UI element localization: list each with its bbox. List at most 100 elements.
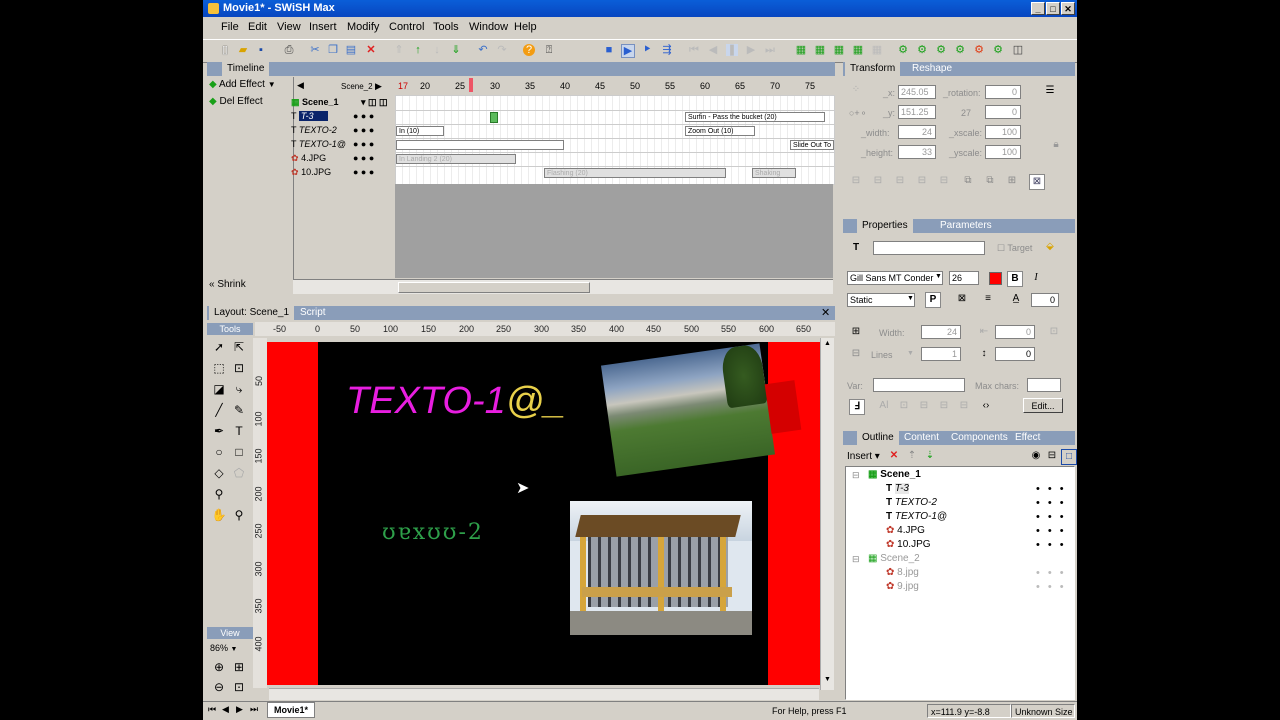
pencil-tool-icon[interactable]: ✎ xyxy=(230,401,248,419)
menu-view[interactable]: View xyxy=(277,21,301,33)
stage-image-10jpg[interactable] xyxy=(570,501,752,635)
outline-down-icon[interactable]: ⇣ xyxy=(923,449,937,463)
align-middle-icon[interactable]: ⊟ xyxy=(937,174,951,188)
size-select[interactable]: 26 xyxy=(949,271,979,285)
minimize-button[interactable]: _ xyxy=(1031,2,1045,15)
delete-icon[interactable]: ✕ xyxy=(365,44,377,56)
menu-modify[interactable]: Modify xyxy=(347,21,379,33)
insert-group-icon[interactable]: ▦ xyxy=(833,44,845,56)
tree-scene-2[interactable]: ▦ Scene_2 xyxy=(868,553,920,564)
next-frame-icon[interactable]: ▶ xyxy=(745,44,757,56)
visibility-dots[interactable]: ••• xyxy=(1036,483,1072,495)
maximize-button[interactable]: □ xyxy=(1046,2,1060,15)
timeline-scrollbar[interactable] xyxy=(293,279,833,294)
lines-field[interactable]: 1 xyxy=(921,347,961,361)
code-icon[interactable]: ‹› xyxy=(979,399,993,413)
copy-icon[interactable]: ❐ xyxy=(327,44,339,56)
convert-icon[interactable]: ⚙ xyxy=(916,44,928,56)
paste-icon[interactable]: ▤ xyxy=(345,44,357,56)
rectangle-tool-icon[interactable]: □ xyxy=(230,443,248,461)
font-dropdown-icon[interactable]: ▼ xyxy=(935,273,942,280)
layout-close-icon[interactable]: ✕ xyxy=(821,306,830,320)
tab-layout[interactable]: Layout: Scene_1 xyxy=(209,306,295,320)
insert-dropdown[interactable]: Insert ▾ xyxy=(847,451,880,462)
ellipse-tool-icon[interactable]: ○ xyxy=(210,443,228,461)
menu-file[interactable]: File xyxy=(221,21,239,33)
save-icon[interactable]: ▪ xyxy=(255,44,267,56)
wrap-icon[interactable]: ⊡ xyxy=(1047,325,1061,339)
tab-script[interactable]: Script xyxy=(295,306,331,320)
tree-item-9jpg[interactable]: ✿ 9.jpg xyxy=(886,581,919,592)
align-top-icon[interactable]: ⊟ xyxy=(915,174,929,188)
zoom-tool-icon[interactable]: ⚲ xyxy=(230,506,248,524)
zoom-in-icon[interactable]: ⊕ xyxy=(210,658,228,676)
width-field[interactable]: 24 xyxy=(921,325,961,339)
bring-front-icon[interactable]: ⇑ xyxy=(393,44,405,56)
subselect-tool-icon[interactable]: ⇱ xyxy=(230,338,248,356)
grid-icon[interactable]: ⊞ xyxy=(1005,174,1019,188)
anchor-icon[interactable]: ⁘ xyxy=(849,83,863,97)
pause-icon[interactable]: ❚ xyxy=(726,44,738,56)
tab-components[interactable]: Components xyxy=(946,431,1013,445)
visibility-dots[interactable]: ••• xyxy=(1036,539,1072,551)
tab-reshape[interactable]: Reshape xyxy=(907,62,957,76)
yscale-field[interactable]: 100 xyxy=(985,145,1021,159)
tab-timeline[interactable]: Timeline xyxy=(222,62,270,76)
outline-lock-icon[interactable]: ⊟ xyxy=(1045,449,1059,463)
insert-disabled-icon[interactable]: ▦ xyxy=(871,44,883,56)
stage-image-4jpg[interactable] xyxy=(600,343,776,477)
insert-scene-icon[interactable]: ▦ xyxy=(795,44,807,56)
first-frame-icon[interactable]: ⏮ xyxy=(688,44,700,56)
tab-properties[interactable]: Properties xyxy=(857,219,913,233)
stage-canvas[interactable]: TEXTO-1@_ ʊɐxʊʊ-2 xyxy=(267,342,820,685)
send-backward-icon[interactable]: ↓ xyxy=(431,44,443,56)
size-icon[interactable]: ⧉ xyxy=(983,174,997,188)
close-button[interactable]: ✕ xyxy=(1061,2,1075,15)
grouping-icon[interactable]: ⚙ xyxy=(897,44,909,56)
password-icon[interactable]: ⊟ xyxy=(917,399,931,413)
align-left-icon[interactable]: ⊟ xyxy=(849,174,863,188)
play-effect-icon[interactable]: ⇶ xyxy=(661,44,673,56)
line-tool-icon[interactable]: ╱ xyxy=(210,401,228,419)
target-checkbox[interactable]: ☐ Target xyxy=(997,243,1032,254)
motion-icon[interactable]: ⚙ xyxy=(973,44,985,56)
multiline-icon[interactable]: ⊟ xyxy=(937,399,951,413)
outline-eye-icon[interactable]: ◉ xyxy=(1029,449,1043,463)
name-field[interactable] xyxy=(873,241,985,255)
edit-button[interactable]: Edit... xyxy=(1023,398,1063,413)
border-icon[interactable]: ⊡ xyxy=(897,399,911,413)
stage-text-texto2[interactable]: ʊɐxʊʊ-2 xyxy=(382,520,484,545)
transform-tool-icon[interactable]: ⬚ xyxy=(210,359,228,377)
tree-item-8jpg[interactable]: ✿ 8.jpg xyxy=(886,567,919,578)
timeline-prev-icon[interactable]: ◀ xyxy=(297,80,304,91)
menu-edit[interactable]: Edit xyxy=(248,21,267,33)
selectable-icon[interactable]: Aǀ xyxy=(877,399,891,413)
play-scene-icon[interactable]: ⯈ xyxy=(641,44,653,56)
render-icon[interactable]: ⊟ xyxy=(957,399,971,413)
layout-vscrollbar[interactable]: ▲ ▼ xyxy=(820,338,834,690)
tree-item-4jpg[interactable]: ✿ 4.JPG xyxy=(886,525,925,536)
timeline-frames[interactable]: Surfin - Pass the bucket (20) In (10) Zo… xyxy=(395,95,835,185)
skew-field[interactable]: 0 xyxy=(985,105,1021,119)
bring-forward-icon[interactable]: ↑ xyxy=(412,44,424,56)
outline-up-icon[interactable]: ⇡ xyxy=(905,449,919,463)
tree-scene-1[interactable]: ▦ Scene_1 xyxy=(868,469,921,480)
pen-tool-icon[interactable]: ✒ xyxy=(210,422,228,440)
align-icon[interactable]: ☰ xyxy=(1043,84,1057,98)
context-help-icon[interactable]: ⍰ xyxy=(543,44,555,56)
zoom-100-icon[interactable]: ⊡ xyxy=(230,678,248,696)
prev-frame-icon[interactable]: ◀ xyxy=(707,44,719,56)
disabled-tool-icon[interactable]: ⬠ xyxy=(230,464,248,482)
html-text-icon[interactable]: Ⅎ xyxy=(849,399,865,415)
print-icon[interactable]: ⎙ xyxy=(283,44,295,56)
collapse-scene2-icon[interactable]: ⊟ xyxy=(852,554,860,565)
menu-window[interactable]: Window xyxy=(469,21,508,33)
redo-icon[interactable]: ↷ xyxy=(496,44,508,56)
collapse-scene1-icon[interactable]: ⊟ xyxy=(852,470,860,481)
type-dropdown-icon[interactable]: ▼ xyxy=(907,295,914,302)
justify-icon[interactable]: ≡ xyxy=(981,292,995,306)
zoom-fit-icon[interactable]: ⊞ xyxy=(230,658,248,676)
menu-help[interactable]: Help xyxy=(514,21,537,33)
visibility-dots[interactable]: ••• xyxy=(1036,567,1072,579)
shrink-button[interactable]: « Shrink xyxy=(209,279,289,293)
